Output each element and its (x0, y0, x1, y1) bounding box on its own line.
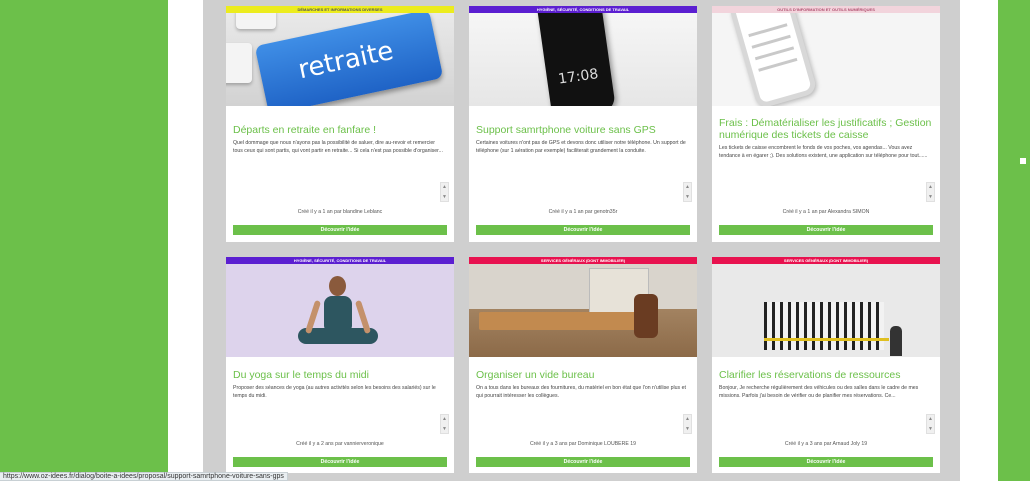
office-wall (469, 264, 697, 309)
office-desk (479, 312, 639, 330)
idea-image (712, 264, 940, 357)
idea-title[interactable]: Départs en retraite en fanfare ! (233, 124, 449, 136)
maze-arrow (764, 338, 889, 341)
idea-title[interactable]: Du yoga sur le temps du midi (233, 369, 449, 381)
scrollbar[interactable]: ▲ ▼ (926, 182, 935, 202)
idea-meta: Créé il y a 2 ans par vannierveronique (296, 441, 384, 447)
idea-description: Proposer des séances de yoga (au autres … (233, 385, 436, 399)
status-bar-url: https://www.oz-idees.fr/dialog/boite-a-i… (0, 472, 288, 481)
keyboard-key-retraite: retraite (254, 13, 444, 106)
idea-card[interactable]: Hygiène, sécurité, conditions de travail… (226, 257, 454, 473)
category-badge: Outils d'information et outils numérique… (712, 6, 940, 13)
idea-card[interactable]: Services généraux (dont immobilier) Orga… (469, 257, 697, 473)
idea-image (469, 264, 697, 357)
idea-card[interactable]: Démarches et informations diverses retra… (226, 6, 454, 242)
idea-description: Les tickets de caisse encombrent le fond… (719, 145, 928, 159)
idea-title[interactable]: Frais : Dématérialiser les justificatifs… (719, 117, 935, 141)
right-side-strip (1013, 0, 1030, 481)
idea-image: 17:08 (469, 13, 697, 106)
idea-card[interactable]: Outils d'information et outils numérique… (712, 6, 940, 242)
idea-meta: Créé il y a 1 an par blandine Leblanc (297, 209, 383, 215)
idea-description: On a tous dans les bureaux des fournitur… (476, 385, 686, 399)
idea-title[interactable]: Clarifier les réservations de ressources (719, 369, 935, 381)
discover-idea-button[interactable]: Découvrir l'idée (476, 457, 690, 467)
scrollbar[interactable]: ▲ ▼ (440, 182, 449, 202)
flag-icon[interactable] (1020, 158, 1026, 164)
keyboard-key-left (236, 13, 276, 29)
discover-idea-button[interactable]: Découvrir l'idée (233, 225, 447, 235)
office-chair (634, 294, 658, 338)
idea-card[interactable]: Hygiène, sécurité, conditions de travail… (469, 6, 697, 242)
category-badge: Hygiène, sécurité, conditions de travail (469, 6, 697, 13)
idea-image: retraite (226, 13, 454, 106)
category-badge: Hygiène, sécurité, conditions de travail (226, 257, 454, 264)
discover-idea-button[interactable]: Découvrir l'idée (719, 225, 933, 235)
idea-meta: Créé il y a 1 an par genotn35r (548, 209, 618, 215)
maze (764, 302, 884, 350)
idea-description: Quel dommage que nous n'ayons pas la pos… (233, 140, 443, 154)
maze-person (890, 326, 902, 356)
scrollbar[interactable]: ▲ ▼ (683, 414, 692, 434)
key-label: retraite (295, 35, 397, 86)
scrollbar[interactable]: ▲ ▼ (926, 414, 935, 434)
scrollbar[interactable]: ▲ ▼ (683, 182, 692, 202)
smartphone: 17:08 (535, 13, 617, 106)
category-badge: Services généraux (dont immobilier) (712, 257, 940, 264)
idea-image (712, 13, 940, 106)
idea-description: Bonjour, Je recherche régulièrement des … (719, 385, 919, 399)
idea-meta: Créé il y a 3 ans par Dominique LOUBERE … (529, 441, 637, 447)
discover-idea-button[interactable]: Découvrir l'idée (719, 457, 933, 467)
idea-title[interactable]: Support samrtphone voiture sans GPS (476, 124, 692, 136)
idea-description: Certaines voitures n'ont pas de GPS et d… (476, 140, 686, 154)
idea-title[interactable]: Organiser un vide bureau (476, 369, 692, 381)
keyboard-key-left2 (226, 43, 252, 83)
scrollbar[interactable]: ▲ ▼ (440, 414, 449, 434)
phone-clock: 17:08 (557, 66, 600, 88)
idea-image (226, 264, 454, 357)
smartphone-app (728, 13, 818, 106)
category-badge: Démarches et informations diverses (226, 6, 454, 13)
yoga-body (324, 296, 352, 330)
yoga-head (329, 276, 346, 296)
discover-idea-button[interactable]: Découvrir l'idée (476, 225, 690, 235)
category-badge: Services généraux (dont immobilier) (469, 257, 697, 264)
idea-card[interactable]: Services généraux (dont immobilier) Clar… (712, 257, 940, 473)
idea-meta: Créé il y a 3 ans par Arnaud Joly 19 (784, 441, 868, 447)
discover-idea-button[interactable]: Découvrir l'idée (233, 457, 447, 467)
idea-meta: Créé il y a 1 an par Alexandra SIMON (782, 209, 870, 215)
